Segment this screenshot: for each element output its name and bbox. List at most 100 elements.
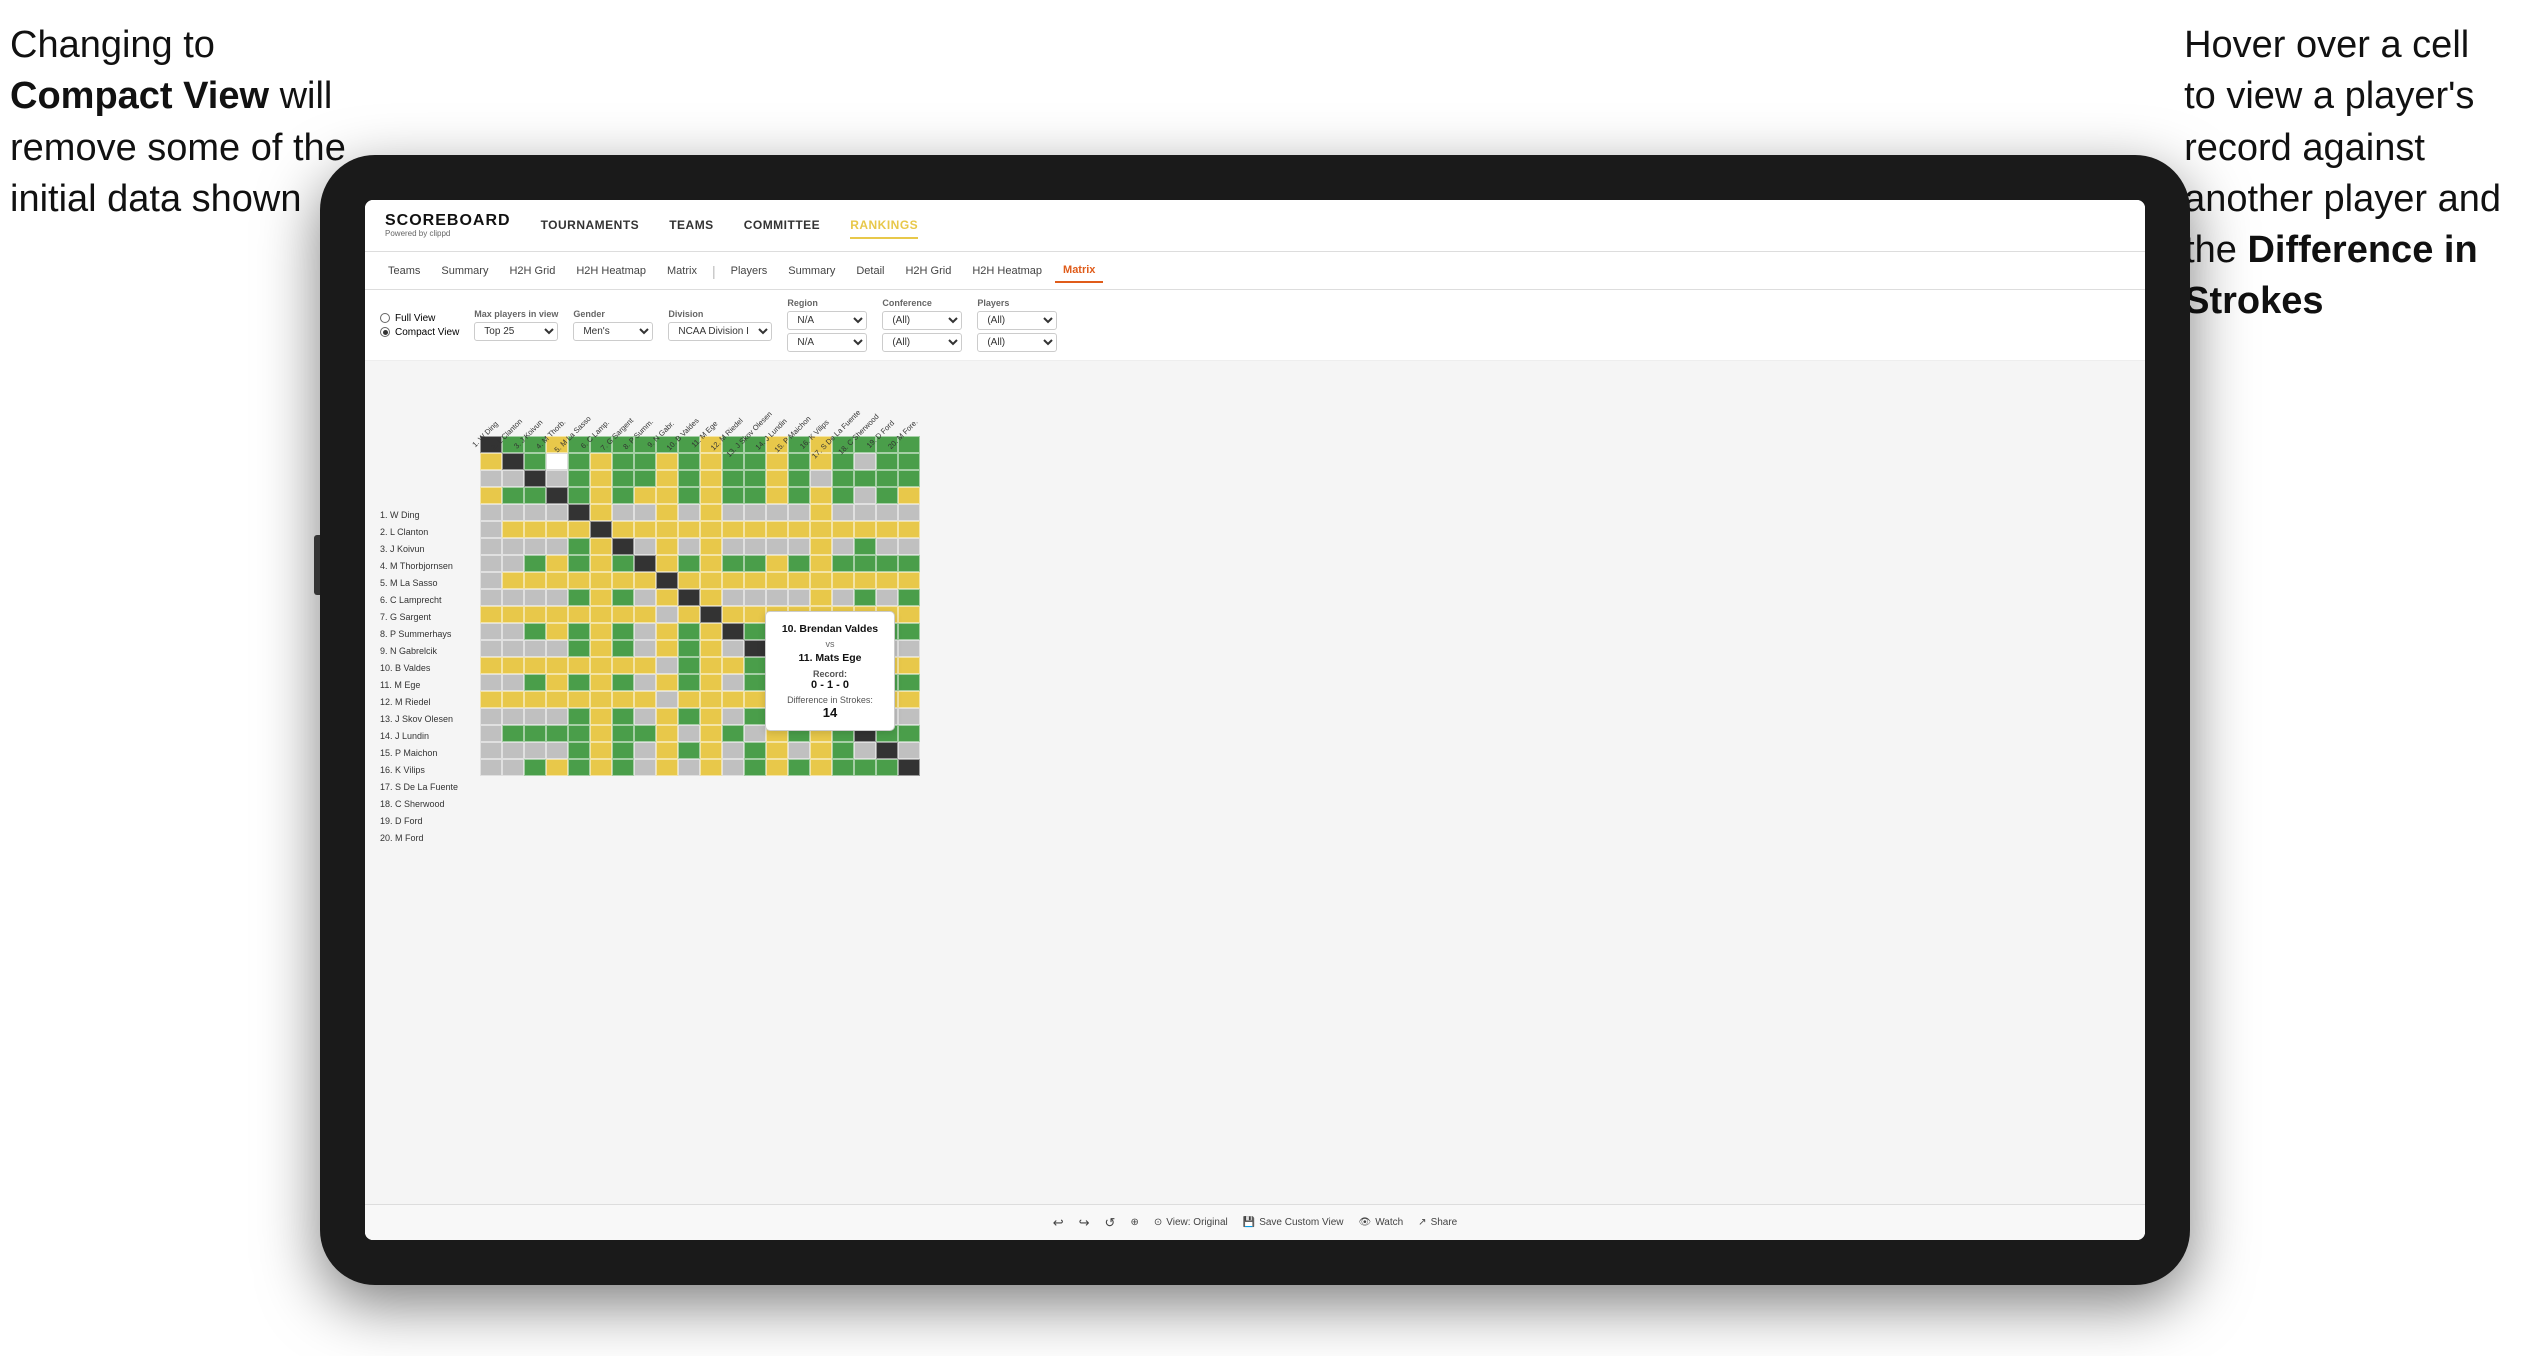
cell-2-18[interactable] — [854, 453, 876, 470]
cell-20-20[interactable] — [898, 759, 920, 776]
cell-5-16[interactable] — [810, 504, 832, 521]
cell-6-11[interactable] — [700, 521, 722, 538]
cell-16-2[interactable] — [502, 691, 524, 708]
cell-18-2[interactable] — [502, 725, 524, 742]
cell-19-20[interactable] — [898, 742, 920, 759]
cell-18-4[interactable] — [546, 725, 568, 742]
cell-9-11[interactable] — [700, 572, 722, 589]
cell-3-13[interactable] — [744, 470, 766, 487]
cell-2-6[interactable] — [590, 453, 612, 470]
cell-12-11[interactable] — [700, 623, 722, 640]
cell-20-4[interactable] — [546, 759, 568, 776]
cell-16-13[interactable] — [744, 691, 766, 708]
cell-2-14[interactable] — [766, 453, 788, 470]
cell-17-20[interactable] — [898, 708, 920, 725]
nav-teams[interactable]: TEAMS — [669, 213, 714, 239]
cell-11-8[interactable] — [634, 606, 656, 623]
cell-18-6[interactable] — [590, 725, 612, 742]
cell-2-5[interactable] — [568, 453, 590, 470]
cell-18-3[interactable] — [524, 725, 546, 742]
cell-20-10[interactable] — [678, 759, 700, 776]
cell-12-1[interactable] — [480, 623, 502, 640]
cell-13-11[interactable] — [700, 640, 722, 657]
cell-14-7[interactable] — [612, 657, 634, 674]
cell-20-15[interactable] — [788, 759, 810, 776]
cell-4-17[interactable] — [832, 487, 854, 504]
cell-6-13[interactable] — [744, 521, 766, 538]
cell-6-8[interactable] — [634, 521, 656, 538]
cell-3-1[interactable] — [480, 470, 502, 487]
cell-10-18[interactable] — [854, 589, 876, 606]
cell-2-19[interactable] — [876, 453, 898, 470]
cell-11-3[interactable] — [524, 606, 546, 623]
cell-19-17[interactable] — [832, 742, 854, 759]
cell-7-12[interactable] — [722, 538, 744, 555]
cell-19-5[interactable] — [568, 742, 590, 759]
cell-18-13[interactable] — [744, 725, 766, 742]
cell-14-6[interactable] — [590, 657, 612, 674]
cell-9-19[interactable] — [876, 572, 898, 589]
cell-8-7[interactable] — [612, 555, 634, 572]
cell-4-6[interactable] — [590, 487, 612, 504]
cell-17-12[interactable] — [722, 708, 744, 725]
tab-h2h-grid[interactable]: H2H Grid — [501, 260, 563, 282]
cell-5-19[interactable] — [876, 504, 898, 521]
zoom-btn[interactable]: ⊕ — [1130, 1217, 1138, 1228]
cell-16-3[interactable] — [524, 691, 546, 708]
cell-9-13[interactable] — [744, 572, 766, 589]
cell-14-9[interactable] — [656, 657, 678, 674]
cell-10-6[interactable] — [590, 589, 612, 606]
cell-13-4[interactable] — [546, 640, 568, 657]
cell-20-16[interactable] — [810, 759, 832, 776]
view-option-full[interactable]: Full View — [380, 313, 459, 324]
cell-5-14[interactable] — [766, 504, 788, 521]
cell-2-13[interactable] — [744, 453, 766, 470]
cell-6-3[interactable] — [524, 521, 546, 538]
cell-8-11[interactable] — [700, 555, 722, 572]
cell-12-8[interactable] — [634, 623, 656, 640]
cell-15-6[interactable] — [590, 674, 612, 691]
cell-18-20[interactable] — [898, 725, 920, 742]
cell-16-5[interactable] — [568, 691, 590, 708]
cell-15-8[interactable] — [634, 674, 656, 691]
cell-10-9[interactable] — [656, 589, 678, 606]
cell-2-15[interactable] — [788, 453, 810, 470]
cell-18-7[interactable] — [612, 725, 634, 742]
cell-5-8[interactable] — [634, 504, 656, 521]
cell-3-16[interactable] — [810, 470, 832, 487]
cell-11-4[interactable] — [546, 606, 568, 623]
cell-15-7[interactable] — [612, 674, 634, 691]
cell-2-8[interactable] — [634, 453, 656, 470]
cell-19-15[interactable] — [788, 742, 810, 759]
cell-14-5[interactable] — [568, 657, 590, 674]
cell-5-13[interactable] — [744, 504, 766, 521]
cell-11-20[interactable] — [898, 606, 920, 623]
cell-15-1[interactable] — [480, 674, 502, 691]
cell-20-1[interactable] — [480, 759, 502, 776]
cell-20-8[interactable] — [634, 759, 656, 776]
tab-detail[interactable]: Detail — [848, 260, 892, 282]
cell-4-19[interactable] — [876, 487, 898, 504]
cell-8-3[interactable] — [524, 555, 546, 572]
cell-3-15[interactable] — [788, 470, 810, 487]
cell-12-2[interactable] — [502, 623, 524, 640]
cell-4-8[interactable] — [634, 487, 656, 504]
radio-full[interactable] — [380, 313, 390, 323]
cell-19-3[interactable] — [524, 742, 546, 759]
cell-3-9[interactable] — [656, 470, 678, 487]
cell-13-2[interactable] — [502, 640, 524, 657]
cell-8-18[interactable] — [854, 555, 876, 572]
cell-17-3[interactable] — [524, 708, 546, 725]
cell-16-9[interactable] — [656, 691, 678, 708]
cell-10-11[interactable] — [700, 589, 722, 606]
cell-19-18[interactable] — [854, 742, 876, 759]
cell-3-5[interactable] — [568, 470, 590, 487]
cell-13-5[interactable] — [568, 640, 590, 657]
cell-6-4[interactable] — [546, 521, 568, 538]
undo-btn[interactable]: ↩ — [1053, 1215, 1064, 1231]
cell-19-7[interactable] — [612, 742, 634, 759]
save-custom-btn[interactable]: 💾 Save Custom View — [1243, 1217, 1344, 1228]
players-select1[interactable]: (All) — [977, 311, 1057, 330]
cell-10-5[interactable] — [568, 589, 590, 606]
cell-8-19[interactable] — [876, 555, 898, 572]
